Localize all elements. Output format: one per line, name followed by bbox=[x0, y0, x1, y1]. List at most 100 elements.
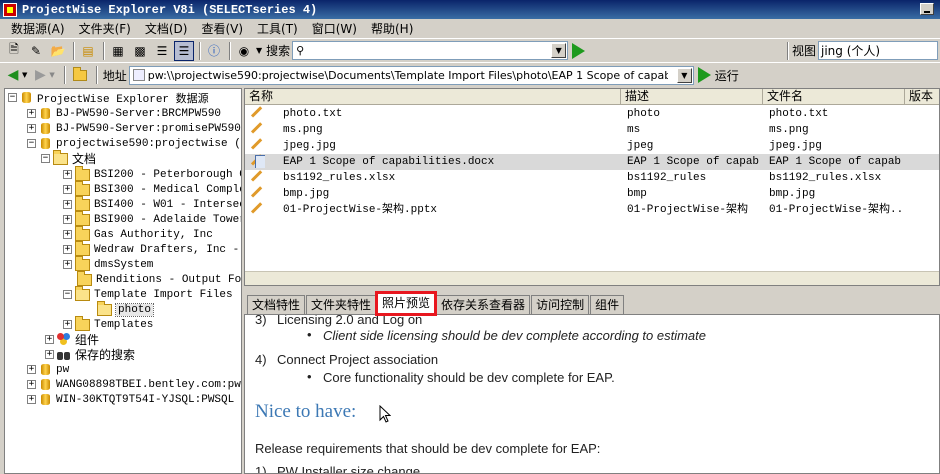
tab-access-control[interactable]: 访问控制 bbox=[531, 295, 590, 314]
help-icon[interactable]: ⓘ bbox=[204, 41, 224, 61]
details-view-icon[interactable]: ☰ bbox=[174, 40, 194, 61]
table-row[interactable]: 01-ProjectWise-架构.pptx 01-ProjectWise-架构… bbox=[245, 202, 939, 218]
tree-root[interactable]: − ProjectWise Explorer 数据源 bbox=[8, 90, 209, 106]
tree-node-components[interactable]: + 组件 bbox=[45, 332, 99, 347]
list-view-icon[interactable]: ☰ bbox=[152, 41, 172, 61]
minimize-button[interactable] bbox=[920, 3, 934, 15]
menu-document[interactable]: 文档(D) bbox=[138, 20, 195, 37]
horizontal-scrollbar[interactable] bbox=[245, 271, 939, 285]
run-button[interactable]: 运行 bbox=[715, 67, 739, 84]
collapse-icon[interactable]: − bbox=[63, 290, 72, 299]
menu-bar: 数据源(A) 文件夹(F) 文档(D) 查看(V) 工具(T) 窗口(W) 帮助… bbox=[0, 19, 940, 38]
address-dropdown-arrow[interactable]: ▼ bbox=[676, 67, 692, 83]
expand-icon[interactable]: + bbox=[45, 350, 54, 359]
column-header-name[interactable]: 名称 bbox=[245, 89, 621, 105]
back-dropdown-icon[interactable]: ▼ bbox=[22, 71, 27, 79]
datasource-tree[interactable]: − ProjectWise Explorer 数据源 + BJ-PW590-Se… bbox=[4, 88, 242, 474]
expand-icon[interactable]: + bbox=[63, 245, 72, 254]
toolbar-separator bbox=[95, 66, 98, 84]
tree-node-label: BSI900 - Adelaide Tower bbox=[94, 213, 242, 226]
database-icon bbox=[39, 378, 52, 391]
tree-node-pw[interactable]: + pw bbox=[27, 362, 69, 377]
large-icons-view-icon[interactable]: ▦ bbox=[108, 41, 128, 61]
tree-node-label: Renditions - Output Folde bbox=[96, 273, 242, 286]
menu-datasource[interactable]: 数据源(A) bbox=[4, 20, 72, 37]
document-preview[interactable]: 3) Licensing 2.0 and Log on • Client sid… bbox=[244, 314, 940, 474]
tree-node-wedraw[interactable]: + Wedraw Drafters, Inc - N bbox=[63, 240, 241, 257]
menu-help[interactable]: 帮助(H) bbox=[364, 20, 420, 37]
tab-photo-preview[interactable]: 照片预览 bbox=[375, 291, 438, 316]
column-header-description[interactable]: 描述 bbox=[621, 89, 763, 105]
menu-tools[interactable]: 工具(T) bbox=[250, 20, 305, 37]
back-arrow-icon[interactable]: ◀ bbox=[4, 67, 22, 83]
menu-view[interactable]: 查看(V) bbox=[194, 20, 250, 37]
tree-node-bsi900[interactable]: + BSI900 - Adelaide Tower bbox=[63, 210, 242, 227]
expand-icon[interactable]: + bbox=[63, 170, 72, 179]
tree-node-photo[interactable]: photo bbox=[97, 300, 155, 317]
tree-node-template-import[interactable]: − Template Import Files bbox=[63, 285, 233, 302]
run-go-icon[interactable] bbox=[697, 67, 711, 83]
address-combo[interactable]: pw:\\projectwise590:projectwise\Document… bbox=[128, 65, 694, 85]
menu-folder[interactable]: 文件夹(F) bbox=[72, 20, 138, 37]
tree-node-bsi200[interactable]: + BSI200 - Peterborough Geo bbox=[63, 165, 241, 182]
tree-node-bsi400[interactable]: + BSI400 - W01 - Intersecti bbox=[63, 195, 241, 212]
tree-node-win-sql[interactable]: + WIN-30KTQT9T54I-YJSQL:PWSQL bbox=[27, 392, 234, 407]
expand-icon[interactable]: + bbox=[63, 215, 72, 224]
search-go-icon[interactable] bbox=[572, 42, 586, 59]
expand-icon[interactable]: + bbox=[63, 260, 72, 269]
tab-document-properties[interactable]: 文档特性 bbox=[247, 295, 306, 314]
expand-icon[interactable]: + bbox=[63, 200, 72, 209]
forward-arrow-icon[interactable]: ▶ bbox=[31, 67, 49, 83]
new-document-icon[interactable]: 🗎 bbox=[4, 41, 24, 61]
column-header-version[interactable]: 版本 bbox=[905, 89, 939, 105]
tree-node-bsi300[interactable]: + BSI300 - Medical Complex- bbox=[63, 180, 241, 197]
table-row[interactable]: photo.txt photo photo.txt bbox=[245, 106, 939, 122]
tree-node-renditions[interactable]: Renditions - Output Folde bbox=[77, 270, 242, 287]
collapse-icon[interactable]: − bbox=[41, 154, 50, 163]
stack-icon[interactable]: ▤ bbox=[78, 41, 98, 61]
address-input[interactable]: pw:\\projectwise590:projectwise\Document… bbox=[148, 69, 668, 82]
collapse-icon[interactable]: − bbox=[8, 93, 17, 102]
table-row[interactable]: jpeg.jpg jpeg jpeg.jpg bbox=[245, 138, 939, 154]
small-icons-view-icon[interactable]: ▩ bbox=[130, 41, 150, 61]
toolbar-separator bbox=[73, 41, 75, 60]
menu-window[interactable]: 窗口(W) bbox=[305, 20, 364, 37]
tree-node-templates[interactable]: + Templates bbox=[63, 315, 153, 332]
search-combo[interactable]: ⚲ ▼ bbox=[292, 41, 569, 60]
table-row[interactable]: ms.png ms ms.png bbox=[245, 122, 939, 138]
table-row[interactable]: bs1192_rules.xlsx bs1192_rules bs1192_ru… bbox=[245, 170, 939, 186]
table-row[interactable]: bmp.jpg bmp bmp.jpg bbox=[245, 186, 939, 202]
tab-folder-properties[interactable]: 文件夹特性 bbox=[306, 295, 377, 314]
open-document-icon[interactable]: 📂 bbox=[48, 41, 68, 61]
expand-icon[interactable]: + bbox=[27, 109, 36, 118]
edit-document-icon[interactable]: ✎ bbox=[26, 41, 46, 61]
tree-node-wang[interactable]: + WANG08898TBEI.bentley.com:pw bbox=[27, 377, 241, 392]
tree-node-brcmpw590[interactable]: + BJ-PW590-Server:BRCMPW590 bbox=[27, 106, 221, 121]
search-dropdown-arrow[interactable]: ▼ bbox=[551, 43, 567, 58]
expand-icon[interactable]: + bbox=[63, 185, 72, 194]
expand-icon[interactable]: + bbox=[27, 124, 36, 133]
database-icon bbox=[39, 393, 52, 406]
expand-icon[interactable]: + bbox=[27, 365, 36, 374]
expand-icon[interactable]: + bbox=[27, 380, 36, 389]
expand-icon[interactable]: + bbox=[27, 395, 36, 404]
expand-icon[interactable]: + bbox=[45, 335, 54, 344]
forward-dropdown-icon[interactable]: ▼ bbox=[49, 71, 54, 79]
column-header-filename[interactable]: 文件名 bbox=[763, 89, 905, 105]
tree-node-saved-searches[interactable]: + 保存的搜索 bbox=[45, 347, 135, 362]
document-list[interactable]: 名称 描述 文件名 版本 photo.txt photo photo.txt m… bbox=[244, 88, 940, 286]
tree-node-promisepw590[interactable]: + BJ-PW590-Server:promisePW590 bbox=[27, 121, 241, 136]
chevron-down-icon[interactable]: ▼ bbox=[256, 46, 262, 55]
file-name: bmp.jpg bbox=[283, 188, 330, 200]
tree-node-documents[interactable]: − 文档 bbox=[41, 149, 96, 166]
expand-icon[interactable]: + bbox=[63, 230, 72, 239]
tree-node-gas-authority[interactable]: + Gas Authority, Inc bbox=[63, 225, 213, 242]
collapse-icon[interactable]: − bbox=[27, 139, 36, 148]
expand-icon[interactable]: + bbox=[63, 320, 72, 329]
tab-dependency-viewer[interactable]: 依存关系查看器 bbox=[436, 295, 531, 314]
up-folder-icon[interactable] bbox=[72, 66, 87, 81]
tab-components[interactable]: 组件 bbox=[590, 295, 625, 314]
binoculars-icon[interactable]: ◉ bbox=[234, 41, 254, 61]
view-select[interactable]: jing (个人) bbox=[818, 41, 938, 60]
table-row[interactable]: EAP 1 Scope of capabilities.docx EAP 1 S… bbox=[245, 154, 939, 170]
